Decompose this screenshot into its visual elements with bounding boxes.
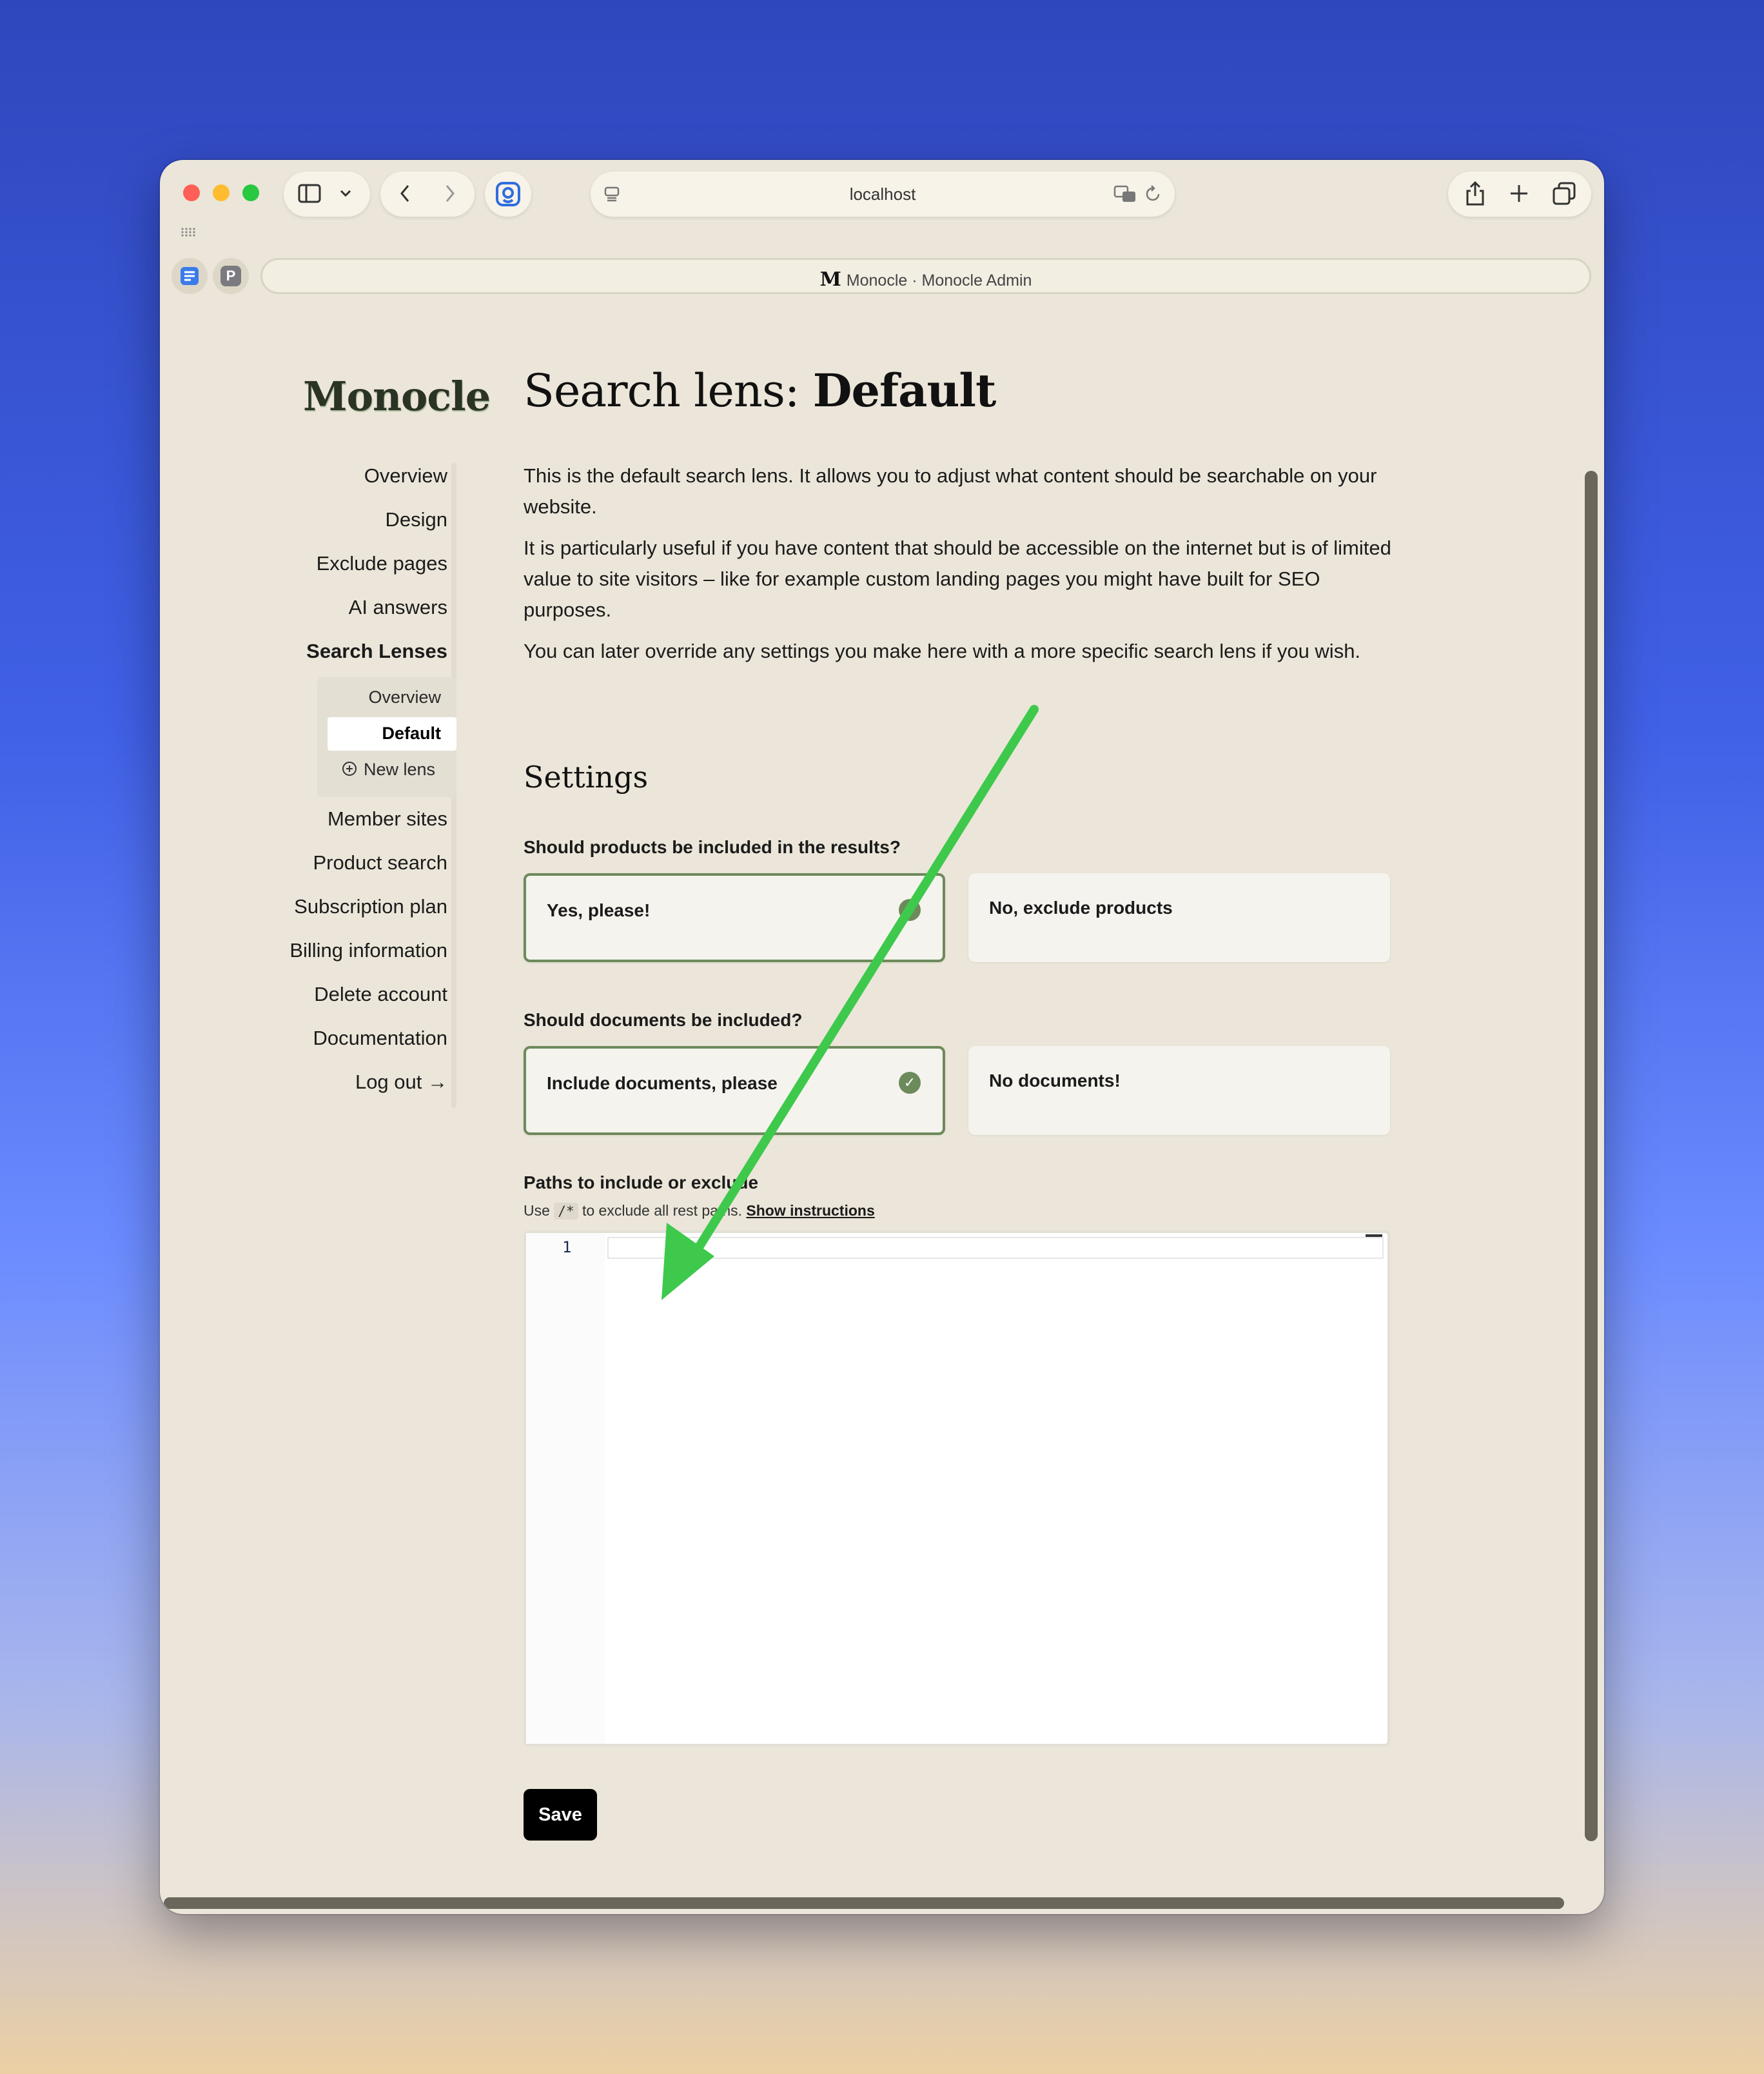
tab-overview-icon[interactable]: [1550, 179, 1578, 208]
page-title-prefix: Search lens:: [524, 364, 813, 417]
settings-heading: Settings: [524, 760, 649, 795]
submenu-new-lens-label: New lens: [364, 760, 436, 779]
nav-billing-information[interactable]: Billing information: [190, 939, 447, 962]
option-exclude-products[interactable]: No, exclude products: [968, 873, 1390, 962]
nav-subscription-plan[interactable]: Subscription plan: [190, 895, 447, 918]
editor-minimap-marker: [1366, 1234, 1382, 1237]
intro-paragraph-3: You can later override any settings you …: [524, 640, 1361, 662]
url-text: localhost: [849, 184, 916, 204]
active-tab[interactable]: M Monocle · Monocle Admin: [260, 258, 1591, 294]
translate-icon[interactable]: [1113, 183, 1139, 205]
paths-hint-prefix: Use: [524, 1202, 550, 1219]
horizontal-scrollbar[interactable]: [164, 1897, 1564, 1909]
nav-delete-account[interactable]: Delete account: [190, 983, 447, 1006]
option-include-documents[interactable]: Include documents, please ✓: [524, 1046, 945, 1135]
paths-hint: Use /* to exclude all rest paths. Show i…: [524, 1202, 875, 1220]
tab-label: M Monocle · Monocle Admin: [262, 268, 1589, 291]
paths-hint-suffix: to exclude all rest paths.: [582, 1202, 743, 1219]
option-no-documents[interactable]: No documents!: [968, 1046, 1390, 1135]
tab-title: Monocle · Monocle Admin: [846, 272, 1032, 290]
plus-circle-icon: [342, 761, 357, 776]
option-include-products[interactable]: Yes, please! ✓: [524, 873, 945, 962]
extension-icon[interactable]: [493, 178, 524, 210]
address-bar[interactable]: localhost: [591, 172, 1175, 217]
nav-documentation[interactable]: Documentation: [190, 1027, 447, 1050]
products-question: Should products be included in the resul…: [524, 837, 901, 857]
nav-log-out[interactable]: Log out →: [190, 1071, 447, 1094]
option-include-documents-label: Include documents, please: [547, 1073, 778, 1093]
nav-search-lenses[interactable]: Search Lenses: [190, 640, 447, 663]
option-no-documents-label: No documents!: [989, 1071, 1121, 1091]
nav-overview[interactable]: Overview: [190, 464, 447, 488]
paths-label: Paths to include or exclude: [524, 1172, 759, 1192]
share-icon[interactable]: [1460, 177, 1491, 210]
page-title-name: Default: [812, 364, 997, 417]
editor-gutter: 1: [526, 1233, 605, 1744]
tab-favicon: M: [819, 268, 841, 291]
show-instructions-link[interactable]: Show instructions: [746, 1202, 874, 1219]
documents-question: Should documents be included?: [524, 1010, 803, 1030]
nav-design[interactable]: Design: [190, 508, 448, 531]
nav-product-search[interactable]: Product search: [190, 851, 448, 874]
nav-member-sites[interactable]: Member sites: [190, 807, 447, 831]
page-title: Search lens: Default: [524, 364, 997, 417]
editor-current-line[interactable]: [607, 1237, 1384, 1259]
nav-exclude-pages[interactable]: Exclude pages: [190, 552, 447, 575]
line-number: 1: [562, 1238, 572, 1256]
option-exclude-products-label: No, exclude products: [989, 898, 1173, 918]
check-icon: ✓: [899, 1072, 921, 1094]
save-button[interactable]: Save: [524, 1789, 597, 1841]
intro-paragraph-2: It is particularly useful if you have co…: [524, 537, 1391, 621]
option-include-products-label: Yes, please!: [547, 900, 651, 920]
new-tab-icon[interactable]: [1505, 179, 1533, 208]
paths-code-editor[interactable]: 1: [524, 1230, 1390, 1746]
submenu-new-lens[interactable]: New lens: [342, 758, 445, 784]
nav-ai-answers[interactable]: AI answers: [190, 596, 447, 619]
submenu-overview[interactable]: Overview: [317, 687, 441, 707]
paths-hint-code: /*: [554, 1203, 578, 1220]
submenu-default[interactable]: Default: [317, 724, 441, 744]
sidebar-nav: Overview Design Exclude pages AI answers…: [160, 160, 447, 1772]
browser-window: localhost P M Monocle · Monocle Admin Mon…: [160, 160, 1604, 1914]
check-icon: ✓: [899, 899, 921, 921]
reload-icon[interactable]: [1142, 183, 1164, 205]
intro-paragraph-1: This is the default search lens. It allo…: [524, 464, 1377, 518]
vertical-scrollbar[interactable]: [1585, 471, 1598, 1841]
